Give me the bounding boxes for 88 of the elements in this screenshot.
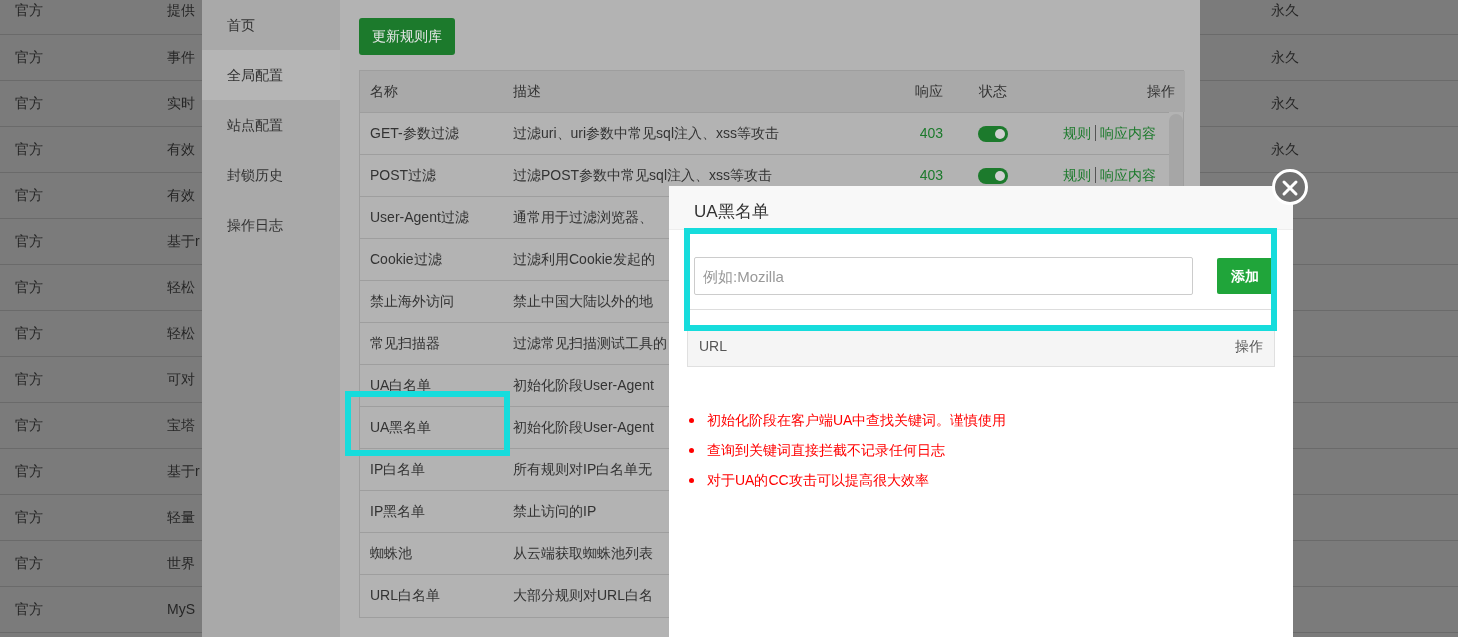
rule-name: 禁止海外访问 xyxy=(370,293,454,309)
rule-description: 过滤常见扫描测试工具的 xyxy=(513,335,667,351)
table-cell: 永久 xyxy=(1271,48,1299,65)
table-cell: 永久 xyxy=(1271,140,1299,157)
table-cell: 世界 xyxy=(167,554,195,571)
table-cell: 官方 xyxy=(15,140,43,157)
column-header: URL xyxy=(699,336,727,356)
table-cell: 基于r xyxy=(167,462,200,479)
table-cell: 官方 xyxy=(15,416,43,433)
table-cell: 永久 xyxy=(1271,2,1299,19)
table-cell: 官方 xyxy=(15,94,43,111)
rule-name: Cookie过滤 xyxy=(370,251,442,267)
note-item: 对于UA的CC攻击可以提高很大效率 xyxy=(707,471,929,490)
sidebar-item[interactable]: 首页 xyxy=(202,0,340,50)
table-cell: 官方 xyxy=(15,600,43,617)
toggle-switch[interactable] xyxy=(978,168,1008,185)
rule-description: 禁止中国大陆以外的地 xyxy=(513,293,653,309)
rule-description: 过滤利用Cookie发起的 xyxy=(513,251,655,267)
note-item: 初始化阶段在客户端UA中查找关键词。谨慎使用 xyxy=(707,411,1007,430)
response-code: 403 xyxy=(919,167,943,183)
sidebar-item[interactable]: 站点配置 xyxy=(202,100,340,150)
bullet-icon xyxy=(689,447,694,453)
rule-description: 禁止访问的IP xyxy=(513,503,597,519)
table-cell: 事件 xyxy=(167,48,195,65)
table-cell: 官方 xyxy=(15,278,43,295)
sidebar-item[interactable]: 封锁历史 xyxy=(202,150,340,200)
rule-description: 初始化阶段User-Agent xyxy=(513,419,654,435)
table-cell: 有效 xyxy=(167,140,195,157)
table-cell: 轻松 xyxy=(167,324,195,341)
table-cell: 宝塔 xyxy=(167,416,195,433)
rule-description: 过滤uri、uri参数中常见sql注入、xss等攻击 xyxy=(513,125,779,141)
rule-name: 常见扫描器 xyxy=(370,335,440,351)
rule-description: 过滤POST参数中常见sql注入、xss等攻击 xyxy=(513,167,772,183)
table-cell: 提供 xyxy=(167,2,195,19)
close-button[interactable] xyxy=(1272,169,1308,205)
table-cell: 可对 xyxy=(167,370,195,387)
update-rules-button[interactable]: 更新规则库 xyxy=(359,18,455,55)
table-cell: 官方 xyxy=(15,186,43,203)
table-cell: 永久 xyxy=(1271,94,1299,111)
rule-name: UA白名单 xyxy=(370,377,432,393)
table-cell: 基于r xyxy=(167,232,200,249)
rule-description: 初始化阶段User-Agent xyxy=(513,377,654,393)
close-icon xyxy=(1281,178,1299,197)
rule-name: GET-参数过滤 xyxy=(370,125,459,141)
column-header: 操作 xyxy=(1235,336,1263,356)
table-cell: MyS xyxy=(167,600,195,617)
toggle-switch[interactable] xyxy=(978,126,1008,143)
column-header: 响应 xyxy=(915,83,943,99)
table-cell: 官方 xyxy=(15,462,43,479)
rule-name: URL白名单 xyxy=(370,587,440,604)
rule-name: User-Agent过滤 xyxy=(370,209,469,225)
table-cell: 官方 xyxy=(15,370,43,387)
table-cell: 官方 xyxy=(15,324,43,341)
table-cell: 官方 xyxy=(15,232,43,249)
column-header: 操作 xyxy=(1147,83,1175,99)
table-cell: 官方 xyxy=(15,2,43,19)
note-item: 查询到关键词直接拦截不记录任何日志 xyxy=(707,441,945,460)
table-cell: 官方 xyxy=(15,554,43,571)
table-cell: 官方 xyxy=(15,48,43,65)
action-link[interactable]: 响应内容 xyxy=(1095,167,1156,183)
sidebar-item[interactable]: 全局配置 xyxy=(202,50,340,100)
table-cell: 实时 xyxy=(167,94,195,111)
rule-name: UA黑名单 xyxy=(370,419,432,435)
rule-name: POST过滤 xyxy=(370,167,437,183)
column-header: 名称 xyxy=(370,83,398,99)
column-header: 描述 xyxy=(513,83,541,99)
rule-name: IP白名单 xyxy=(370,461,426,477)
action-link[interactable]: 响应内容 xyxy=(1095,125,1156,141)
keyword-input[interactable]: 例如:Mozilla xyxy=(694,257,1193,295)
table-cell: 轻松 xyxy=(167,278,195,295)
rule-name: IP黑名单 xyxy=(370,503,426,519)
bullet-icon xyxy=(689,417,694,423)
response-code: 403 xyxy=(919,125,943,141)
sidebar-item[interactable]: 操作日志 xyxy=(202,200,340,250)
dialog-title: UA黑名单 xyxy=(669,186,1293,230)
action-link[interactable]: 规则 xyxy=(1063,125,1091,141)
rule-description: 大部分规则对URL白名 xyxy=(513,587,653,604)
table-cell: 官方 xyxy=(15,508,43,525)
bullet-icon xyxy=(689,477,694,483)
column-header: 状态 xyxy=(979,83,1007,99)
rule-description: 通常用于过滤浏览器、 xyxy=(513,209,653,225)
add-button[interactable]: 添加 xyxy=(1217,258,1273,294)
rule-name: 蜘蛛池 xyxy=(370,545,412,561)
rule-description: 从云端获取蜘蛛池列表 xyxy=(513,545,653,561)
table-cell: 轻量 xyxy=(167,508,195,525)
table-cell: 有效 xyxy=(167,186,195,203)
rule-description: 所有规则对IP白名单无 xyxy=(513,461,653,477)
action-link[interactable]: 规则 xyxy=(1063,167,1091,183)
